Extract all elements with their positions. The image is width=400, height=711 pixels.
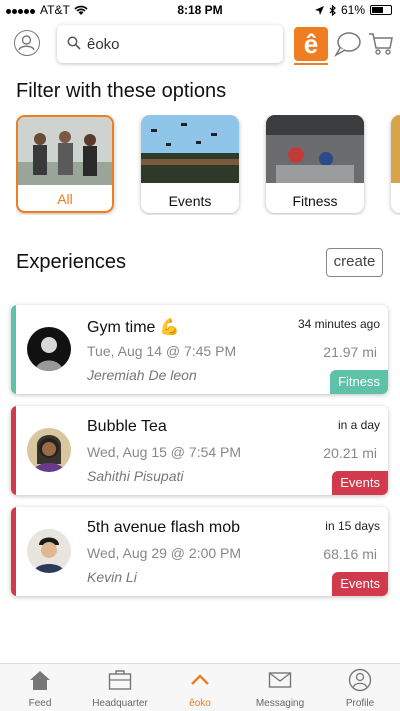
location-arrow-icon [314,5,324,15]
person-outline-icon [18,35,35,51]
experience-relative-time: in 15 days [325,519,380,533]
tab-label: Headquarter [92,698,148,709]
experience-title: 5th avenue flash mob [87,519,240,536]
logo-underline [294,63,328,65]
filter-option-fitness[interactable]: Fitness [266,115,364,213]
filter-partial-photo [391,115,400,183]
filter-option-label: Fitness [292,193,338,209]
experience-date: Wed, Aug 15 @ 7:54 PM [87,444,242,460]
experience-host: Sahithi Pisupati [87,468,184,484]
filter-option-all[interactable]: All [16,115,114,213]
experience-relative-time: in a day [337,418,380,432]
experience-distance: 21.97 mi [323,344,377,360]
host-avatar [27,327,71,371]
experience-date: Wed, Aug 29 @ 2:00 PM [87,545,242,561]
category-tag: Events [332,471,388,495]
experience-card[interactable]: 5th avenue flash mob Wed, Aug 29 @ 2:00 … [11,507,388,596]
experiences-section-title: Experiences [16,251,127,273]
category-stripe [11,507,16,596]
filter-fitness-photo [266,115,364,183]
briefcase-icon [108,670,132,690]
tab-messaging[interactable]: Messaging [240,664,320,711]
filter-option-label: All [57,191,73,207]
category-tag: Fitness [330,370,388,394]
experience-host: Jeremiah De leon [87,367,197,383]
tab-profile[interactable]: Profile [320,664,400,711]
bluetooth-icon [329,4,336,16]
tab-label: êoko [189,698,211,709]
experience-distance: 68.16 mi [323,546,377,562]
tab-bar: Feed Headquarter êoko Messaging Profile [0,663,400,711]
tab-feed[interactable]: Feed [0,664,80,711]
eoko-logo-button[interactable]: ê [294,27,328,61]
experience-title: Gym time 💪 [87,319,180,336]
house-icon [30,671,50,690]
filter-option-label: Events [168,193,212,209]
profile-avatar-button[interactable] [14,30,40,56]
filter-carousel[interactable]: All Events Fitness [16,115,400,215]
category-stripe [11,305,16,394]
person-icon [348,668,372,692]
category-stripe [11,406,16,495]
filter-events-photo [141,115,239,183]
experience-relative-time: 34 minutes ago [297,317,380,331]
battery-percent: 61% [340,3,365,17]
filter-option-events[interactable]: Events [141,115,239,213]
filter-section-title: Filter with these options [16,80,227,102]
experience-title: Bubble Tea [87,418,167,435]
create-button[interactable]: create [326,248,383,277]
search-icon [67,36,81,50]
experience-host: Kevin Li [87,569,137,585]
experience-date: Tue, Aug 14 @ 7:45 PM [87,343,237,359]
tab-label: Feed [28,698,52,709]
status-bar: AT&T 8:18 PM 61% [0,0,400,20]
category-tag: Events [332,572,388,596]
top-nav: ê [0,22,400,68]
tab-label: Messaging [255,698,305,709]
experience-card[interactable]: Gym time 💪 Tue, Aug 14 @ 7:45 PM Jeremia… [11,305,388,394]
host-avatar [27,428,71,472]
cart-icon[interactable] [368,31,394,57]
filter-all-photo [18,117,112,185]
tab-label: Profile [345,698,375,709]
tab-eoko[interactable]: êoko [160,664,240,711]
envelope-icon [268,672,292,688]
search-input[interactable] [87,33,272,55]
chevron-up-icon [191,674,209,685]
experience-card[interactable]: Bubble Tea Wed, Aug 15 @ 7:54 PM Sahithi… [11,406,388,495]
battery-icon [370,5,392,15]
tab-headquarter[interactable]: Headquarter [80,664,160,711]
host-avatar [27,529,71,573]
experience-distance: 20.21 mi [323,445,377,461]
search-bar[interactable] [57,25,283,63]
chat-bubbles-icon[interactable] [334,31,362,57]
filter-option-partial[interactable] [391,115,400,213]
